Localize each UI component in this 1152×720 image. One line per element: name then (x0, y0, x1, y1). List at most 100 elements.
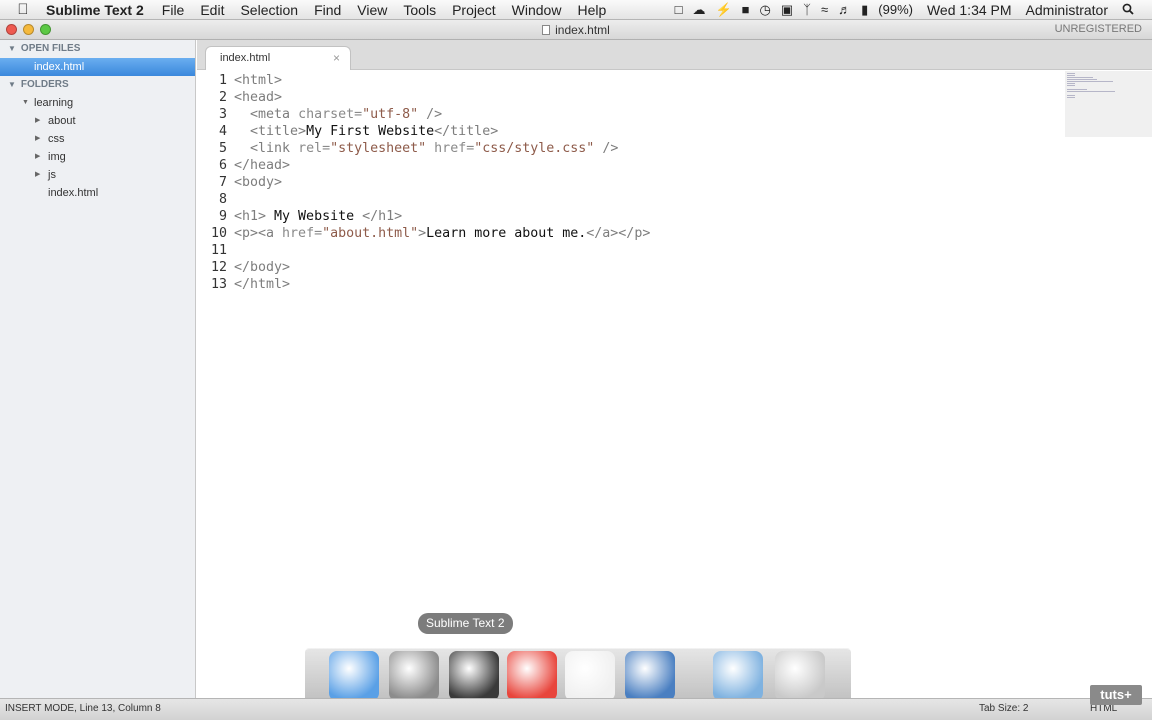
folder-item-learning[interactable]: ▼ learning (0, 94, 195, 112)
menu-view[interactable]: View (357, 2, 387, 18)
tab-index-html[interactable]: index.html × (205, 46, 351, 70)
line-number: 8 (218, 192, 227, 207)
line-number: 6 (218, 158, 227, 173)
minimap-line (1067, 97, 1075, 98)
disclosure-right-icon[interactable]: ▶ (35, 166, 40, 184)
window-square-icon[interactable]: □ (675, 2, 683, 17)
disclosure-right-icon[interactable]: ▶ (35, 112, 40, 130)
battery-icon[interactable]: ▮ (861, 2, 868, 18)
code-line[interactable]: 1 <html> (197, 72, 282, 89)
code-editor[interactable]: 1 <html> 2 <head> 3 <meta charset="utf-8" />… (197, 71, 1065, 698)
code-line[interactable]: 13 </html> (197, 276, 290, 293)
bluetooth-icon[interactable]: ᛉ (803, 2, 811, 17)
menu-project[interactable]: Project (452, 2, 496, 18)
battery-percent[interactable]: (99%) (878, 2, 913, 17)
trash-icon[interactable] (775, 651, 825, 701)
minimap-line (1067, 95, 1075, 96)
code-token: "about.html" (322, 226, 419, 241)
close-tab-icon[interactable]: × (333, 51, 340, 65)
line-number: 12 (210, 260, 227, 275)
folders-label: FOLDERS (20, 79, 69, 90)
spotlight-search-icon[interactable] (1122, 2, 1134, 18)
code-line[interactable]: 2 <head> (197, 89, 282, 106)
code-token: href= (282, 226, 323, 241)
code-token: <head> (234, 90, 283, 105)
folders-header[interactable]: ▼ FOLDERS (0, 76, 195, 94)
menu-file[interactable]: File (162, 2, 185, 18)
film-clapper-icon[interactable] (625, 651, 675, 707)
folder-label: about (48, 115, 76, 127)
code-line[interactable]: 10 <p><a href="about.html">Learn more abo… (197, 225, 650, 242)
menu-edit[interactable]: Edit (200, 2, 224, 18)
open-file-item[interactable]: index.html (0, 58, 195, 76)
applications-folder-icon[interactable] (713, 651, 763, 701)
code-token: <meta (250, 107, 299, 122)
folder-item-css[interactable]: ▶ css (0, 130, 195, 148)
chrome-icon[interactable] (507, 651, 557, 707)
menu-user[interactable]: Administrator (1026, 2, 1108, 18)
code-line[interactable]: 3 <meta charset="utf-8" /> (197, 106, 442, 123)
line-number: 4 (218, 124, 227, 139)
apple-logo-icon[interactable]:  (0, 1, 46, 18)
disclosure-right-icon[interactable]: ▶ (35, 130, 40, 148)
minimap-line (1067, 75, 1075, 76)
disclosure-down-icon[interactable]: ▼ (22, 94, 29, 112)
tab-size-selector[interactable]: Tab Size: 2 (979, 703, 1028, 714)
code-token: My First Website (306, 124, 435, 139)
menu-help[interactable]: Help (577, 2, 606, 18)
open-files-label: OPEN FILES (20, 43, 81, 54)
window-title-text: index.html (555, 23, 610, 37)
code-token: rel= (298, 141, 331, 156)
code-line[interactable]: 6 </head> (197, 157, 290, 174)
code-token: href= (426, 141, 475, 156)
minimap-line (1067, 85, 1075, 86)
finder-icon[interactable] (329, 651, 379, 707)
code-token: > (418, 226, 427, 241)
folder-label: learning (34, 97, 74, 109)
menu-clock[interactable]: Wed 1:34 PM (927, 2, 1012, 18)
minimap[interactable] (1065, 71, 1152, 137)
code-line[interactable]: 11 (197, 242, 234, 259)
code-token: "utf-8" (362, 107, 419, 122)
disclosure-down-icon[interactable]: ▼ (8, 80, 16, 89)
code-token: </h1> (362, 209, 403, 224)
open-files-header[interactable]: ▼ OPEN FILES (0, 40, 195, 58)
folder-label: css (48, 133, 65, 145)
menu-tools[interactable]: Tools (403, 2, 436, 18)
disclosure-down-icon[interactable]: ▼ (8, 44, 16, 53)
mouse-icon[interactable] (565, 651, 615, 707)
file-item-index[interactable]: index.html (0, 184, 195, 202)
display-icon[interactable]: ▣ (781, 2, 793, 18)
window-title: index.html (0, 23, 1152, 37)
code-line[interactable]: 7 <body> (197, 174, 282, 191)
code-line[interactable]: 4 <title>My First Website</title> (197, 123, 498, 140)
code-token: charset= (298, 107, 363, 122)
menu-window[interactable]: Window (512, 2, 562, 18)
code-line[interactable]: 5 <link rel="stylesheet" href="css/style… (197, 140, 618, 157)
lightning-icon[interactable]: ⚡ (715, 2, 731, 18)
file-label: index.html (48, 187, 99, 199)
folder-item-js[interactable]: ▶ js (0, 166, 195, 184)
code-line[interactable]: 9 <h1> My Website </h1> (197, 208, 402, 225)
launchpad-rocket-icon[interactable] (389, 651, 439, 701)
folder-item-about[interactable]: ▶ about (0, 112, 195, 130)
menu-app-name[interactable]: Sublime Text 2 (46, 2, 144, 18)
code-token: <h1> (234, 209, 267, 224)
code-line[interactable]: 8 (197, 191, 234, 208)
gamepad-icon[interactable]: ■ (742, 2, 750, 17)
folder-label: js (48, 169, 56, 181)
sublime-text-icon[interactable] (449, 651, 499, 707)
sidebar: ▼ OPEN FILES index.html ▼ FOLDERS ▼ learnin… (0, 40, 196, 698)
time-machine-icon[interactable]: ◷ (760, 2, 771, 18)
menu-selection[interactable]: Selection (240, 2, 298, 18)
disclosure-right-icon[interactable]: ▶ (35, 148, 40, 166)
code-token: My Website (266, 209, 363, 224)
code-line[interactable]: 12 </body> (197, 259, 290, 276)
cloud-icon[interactable]: ☁ (692, 2, 705, 18)
folder-item-img[interactable]: ▶ img (0, 148, 195, 166)
menu-find[interactable]: Find (314, 2, 341, 18)
volume-icon[interactable]: ♬ (838, 2, 851, 17)
wifi-icon[interactable]: ≈ (821, 2, 828, 17)
